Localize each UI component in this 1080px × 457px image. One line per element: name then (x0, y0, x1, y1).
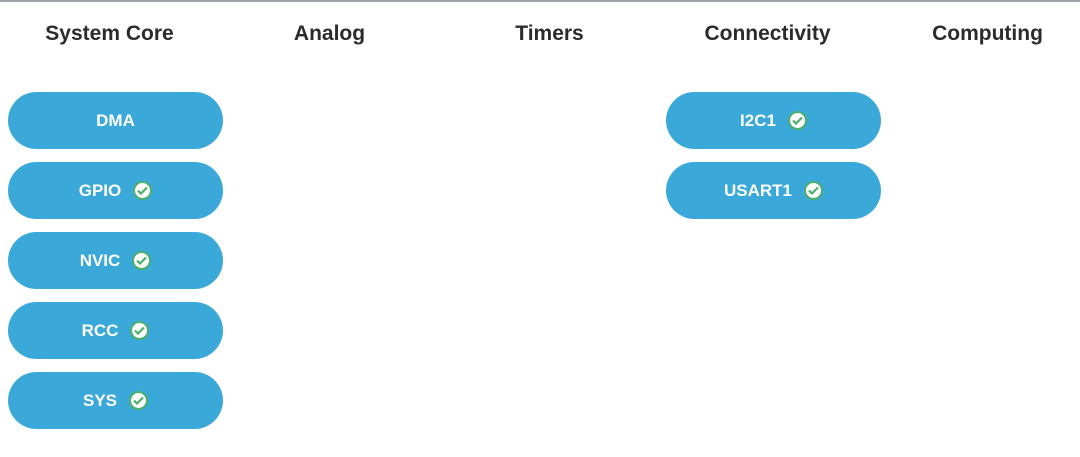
peripheral-button-gpio[interactable]: GPIO (8, 162, 223, 219)
peripheral-label: I2C1 (740, 110, 776, 130)
category-title: Connectivity (704, 22, 831, 45)
peripheral-button-rcc[interactable]: RCC (8, 302, 223, 359)
peripheral-button-sys[interactable]: SYS (8, 372, 223, 429)
category-title: System Core (45, 22, 174, 45)
category-title: Computing (932, 22, 1043, 45)
peripheral-label: USART1 (723, 180, 792, 200)
check-circle-icon (787, 111, 807, 130)
peripheral-button-usart1[interactable]: USART1 (666, 162, 881, 219)
category-title: Timers (515, 22, 584, 45)
check-circle-icon (129, 391, 149, 410)
peripheral-label: SYS (82, 390, 118, 410)
peripheral-label: NVIC (79, 250, 121, 270)
check-circle-icon (804, 181, 823, 200)
peripheral-label: DMA (96, 110, 135, 130)
peripheral-label: RCC (81, 320, 119, 340)
check-circle-icon (132, 251, 152, 270)
peripheral-button-nvic[interactable]: NVIC (8, 232, 223, 289)
peripheral-button-i2c1[interactable]: I2C1 (666, 92, 881, 149)
peripheral-button-dma[interactable]: DMA (8, 92, 223, 149)
check-circle-icon (130, 321, 150, 340)
category-title: Analog (293, 22, 366, 45)
check-circle-icon (133, 181, 153, 200)
peripheral-label: GPIO (78, 180, 122, 200)
